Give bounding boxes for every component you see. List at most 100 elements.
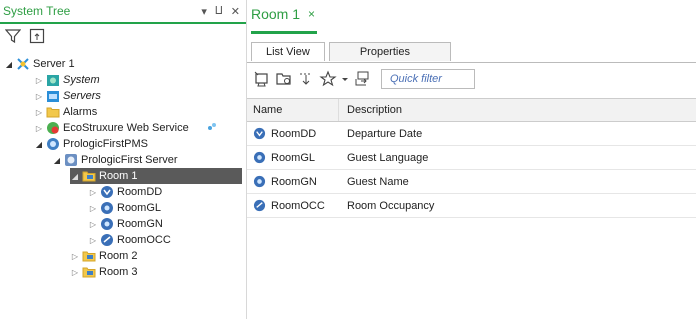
quick-filter-input[interactable]: Quick filter	[381, 69, 475, 89]
tree-item-roomdd[interactable]: ▷ RoomDD	[88, 184, 162, 200]
grid-header-row: Name Description	[247, 98, 696, 122]
close-icon[interactable]: ✕	[231, 5, 240, 18]
collapse-arrow-icon[interactable]: ◢	[70, 172, 80, 181]
value-icon	[100, 201, 114, 215]
server-icon	[16, 57, 30, 71]
export-icon[interactable]	[353, 70, 371, 88]
room-folder-icon	[82, 169, 96, 183]
tree-item-roomocc[interactable]: ▷ RoomOCC	[88, 232, 171, 248]
expand-arrow-icon[interactable]: ▷	[88, 220, 98, 229]
tab-properties[interactable]: Properties	[328, 42, 451, 61]
tab-list-view[interactable]: List View	[251, 42, 325, 61]
tree-item-roomgn[interactable]: ▷ RoomGN	[88, 216, 163, 232]
system-folder-icon	[46, 73, 60, 87]
link-status-icon	[207, 122, 217, 135]
web-service-icon	[46, 121, 60, 135]
column-header-name[interactable]: Name	[247, 99, 339, 121]
room-folder-icon	[82, 265, 96, 279]
system-tree-header: System Tree ▾ ⨿ ✕	[0, 0, 246, 24]
tree-item-system[interactable]: ▷ System	[34, 72, 100, 88]
column-header-description[interactable]: Description	[339, 104, 402, 116]
tree-item-alarms[interactable]: ▷ Alarms	[34, 104, 97, 120]
tree-item-room-2[interactable]: ▷ Room 2	[70, 248, 138, 264]
row-description: Departure Date	[347, 127, 423, 140]
open-object-icon[interactable]	[275, 70, 293, 88]
table-row[interactable]: RoomOCC Room Occupancy	[247, 194, 696, 218]
pin-icon[interactable]: ⨿	[215, 5, 223, 18]
collapse-arrow-icon[interactable]: ◢	[4, 60, 14, 69]
tree-item-label: RoomGL	[117, 202, 162, 214]
list-view-grid: Name Description RoomDD Departure Date R…	[247, 98, 696, 218]
tree-item-ecostruxure-web-service[interactable]: ▷ EcoStruxure Web Service	[34, 120, 217, 136]
table-row[interactable]: RoomGN Guest Name	[247, 170, 696, 194]
tree-item-label: RoomGN	[117, 218, 163, 230]
interface-icon	[46, 137, 60, 151]
tree-item-label: Room 2	[99, 250, 138, 262]
panel-menu-icon[interactable]: ▾	[201, 5, 207, 18]
sort-icon[interactable]	[297, 70, 315, 88]
expand-arrow-icon[interactable]: ▷	[34, 76, 44, 85]
tree-item-label: Servers	[63, 90, 101, 102]
value-icon	[253, 175, 266, 188]
table-row[interactable]: RoomDD Departure Date	[247, 122, 696, 146]
row-description: Guest Name	[347, 175, 409, 188]
value-icon	[100, 185, 114, 199]
expand-arrow-icon[interactable]: ▷	[34, 124, 44, 133]
document-tab-room-1[interactable]: Room 1 ×	[251, 0, 315, 28]
collapse-arrow-icon[interactable]: ◢	[34, 140, 44, 149]
tree-item-label: EcoStruxure Web Service	[63, 122, 189, 134]
favorites-icon[interactable]	[319, 70, 337, 88]
dropdown-arrow-icon[interactable]	[341, 70, 349, 88]
tree-item-prologicfirst-server[interactable]: ◢ PrologicFirst Server	[52, 152, 178, 168]
row-name: RoomDD	[271, 127, 317, 140]
collapse-arrow-icon[interactable]: ◢	[52, 156, 62, 165]
row-description: Guest Language	[347, 151, 429, 164]
table-row[interactable]: RoomGL Guest Language	[247, 146, 696, 170]
tree-item-label: RoomOCC	[117, 234, 171, 246]
servers-folder-icon	[46, 89, 60, 103]
tree-item-label: Server 1	[33, 58, 75, 70]
tree-item-prologicfirstpms[interactable]: ◢ PrologicFirstPMS	[34, 136, 148, 152]
expand-arrow-icon[interactable]: ▷	[88, 236, 98, 245]
row-name: RoomOCC	[271, 199, 325, 212]
list-toolbar: Quick filter	[253, 66, 475, 92]
tree-item-label: System	[63, 74, 100, 86]
value-icon	[100, 217, 114, 231]
tree-item-servers[interactable]: ▷ Servers	[34, 88, 101, 104]
tree-item-label: RoomDD	[117, 186, 163, 198]
active-tab-indicator	[251, 31, 317, 34]
expand-arrow-icon[interactable]: ▷	[34, 92, 44, 101]
tree-item-label: PrologicFirstPMS	[63, 138, 148, 150]
value-icon	[253, 151, 266, 164]
expand-arrow-icon[interactable]: ▷	[70, 252, 80, 261]
new-object-icon[interactable]	[253, 70, 271, 88]
collapse-panel-icon[interactable]	[28, 27, 46, 45]
tree-item-label: Room 3	[99, 266, 138, 278]
panel-title: System Tree	[3, 4, 71, 18]
room-folder-icon	[82, 249, 96, 263]
document-panel: Room 1 × List View Properties Quick filt…	[247, 0, 696, 319]
tree-item-room-1[interactable]: ◢ Room 1	[70, 168, 242, 184]
document-tab-title: Room 1	[251, 6, 301, 22]
folder-icon	[46, 105, 60, 119]
system-tree-panel: System Tree ▾ ⨿ ✕ ◢ Server 1 ▷ System ▷ …	[0, 0, 247, 319]
tree-item-label: Alarms	[63, 106, 98, 118]
expand-arrow-icon[interactable]: ▷	[34, 108, 44, 117]
value-icon	[253, 199, 266, 212]
tree-item-label: PrologicFirst Server	[81, 154, 178, 166]
tree-item-room-3[interactable]: ▷ Room 3	[70, 264, 138, 280]
row-name: RoomGL	[271, 151, 316, 164]
expand-arrow-icon[interactable]: ▷	[88, 204, 98, 213]
value-icon	[100, 233, 114, 247]
close-tab-icon[interactable]: ×	[308, 7, 315, 21]
tree-item-roomgl[interactable]: ▷ RoomGL	[88, 200, 161, 216]
expand-arrow-icon[interactable]: ▷	[88, 188, 98, 197]
tree-item-server-1[interactable]: ◢ Server 1	[4, 56, 75, 72]
expand-arrow-icon[interactable]: ▷	[70, 268, 80, 277]
row-name: RoomGN	[271, 175, 317, 188]
filter-icon[interactable]	[4, 27, 22, 45]
tab-divider	[247, 62, 696, 63]
tree-item-label: Room 1	[99, 170, 138, 182]
value-icon	[253, 127, 266, 140]
device-icon	[64, 153, 78, 167]
